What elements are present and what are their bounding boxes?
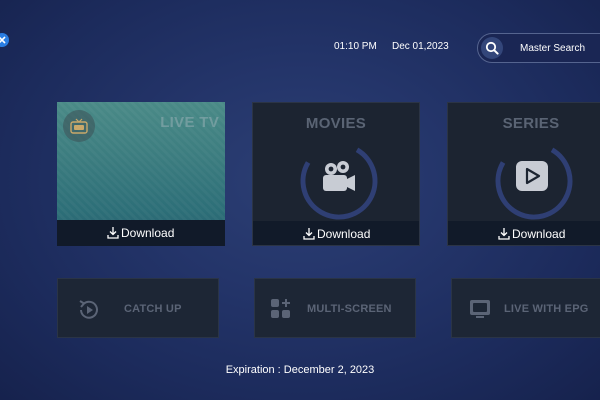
multi-screen-icon: [271, 299, 290, 318]
tv-icon: [63, 110, 95, 142]
series-title: SERIES: [502, 115, 560, 132]
download-icon: [498, 228, 510, 240]
play-video-icon: [516, 161, 548, 191]
catch-up-button[interactable]: CATCH UP: [57, 278, 219, 338]
live-tv-card[interactable]: LIVE TV Download: [57, 102, 225, 246]
catch-up-icon: [79, 300, 98, 319]
series-card[interactable]: SERIES Download: [447, 102, 600, 246]
master-search-button[interactable]: Master Search: [477, 33, 600, 63]
clock-time: 01:10 PM: [334, 41, 377, 52]
live-tv-title: LIVE TV: [160, 114, 219, 131]
live-with-epg-label: LIVE WITH EPG: [504, 303, 589, 315]
expiration-text: Expiration : December 2, 2023: [225, 364, 375, 376]
multi-screen-button[interactable]: MULTI-SCREEN: [254, 278, 416, 338]
download-label: Download: [317, 227, 371, 241]
download-icon: [107, 227, 119, 239]
live-tv-download-button[interactable]: Download: [57, 220, 225, 246]
live-with-epg-button[interactable]: LIVE WITH EPG: [451, 278, 600, 338]
download-label: Download: [512, 227, 566, 241]
search-icon: [481, 37, 503, 59]
movies-card[interactable]: MOVIES Download: [252, 102, 420, 246]
movie-camera-icon: [323, 161, 355, 191]
movies-title: MOVIES: [305, 115, 367, 132]
movies-download-button[interactable]: Download: [253, 221, 419, 245]
download-icon: [303, 228, 315, 240]
epg-tv-icon: [470, 300, 490, 318]
clock-date: Dec 01,2023: [392, 41, 449, 52]
download-label: Download: [121, 226, 175, 240]
multi-screen-label: MULTI-SCREEN: [307, 303, 392, 315]
master-search-label: Master Search: [520, 43, 586, 54]
app-logo-icon: [0, 32, 10, 48]
catch-up-label: CATCH UP: [124, 303, 182, 315]
series-download-button[interactable]: Download: [448, 221, 600, 245]
